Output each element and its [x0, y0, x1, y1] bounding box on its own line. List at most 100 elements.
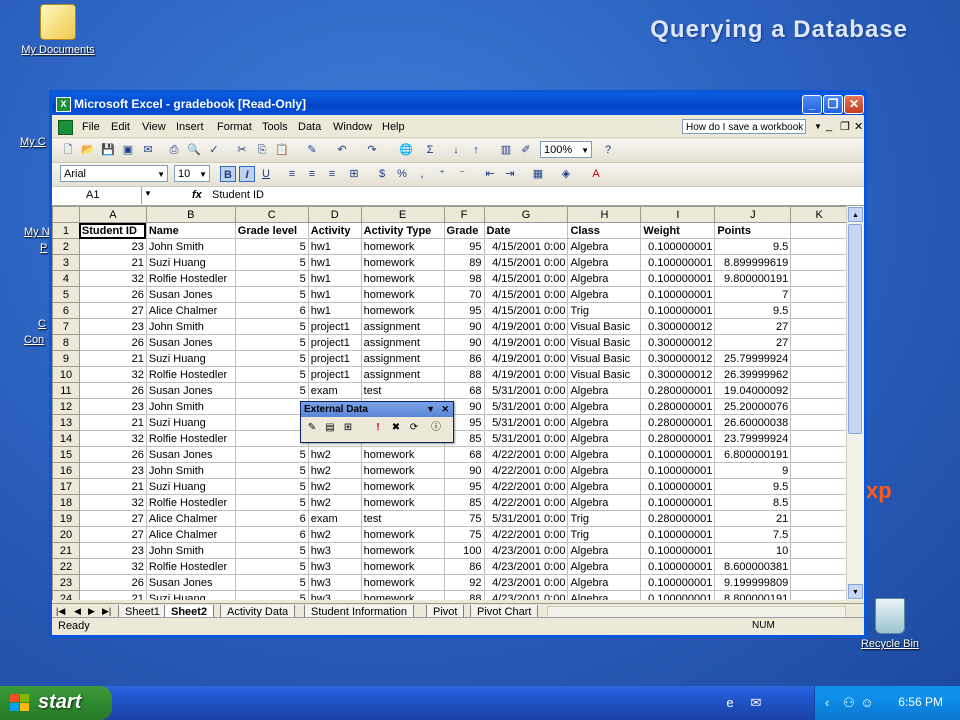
undo-icon[interactable]: ↶	[334, 142, 350, 158]
first-sheet-icon[interactable]: |◀	[56, 606, 65, 617]
cell[interactable]: Algebra	[567, 254, 642, 271]
cell[interactable]: 27	[78, 510, 147, 527]
cell[interactable]: Trig	[567, 302, 642, 319]
workbook-restore-button[interactable]: ❐	[840, 120, 850, 133]
paste-icon[interactable]: 📋	[274, 142, 290, 158]
cell[interactable]: test	[360, 382, 445, 399]
insert-function-icon[interactable]: fx	[192, 189, 202, 201]
cell[interactable]: hw2	[307, 446, 362, 463]
close-button[interactable]: ✕	[844, 95, 864, 114]
network-icon[interactable]: ⚇	[841, 695, 857, 711]
cell[interactable]: 9.5	[714, 302, 792, 319]
cell[interactable]	[790, 558, 848, 575]
cell[interactable]: 70	[443, 286, 485, 303]
cell[interactable]: 0.300000012	[640, 350, 716, 367]
row-header[interactable]: 1	[52, 222, 80, 239]
cell[interactable]: Visual Basic	[567, 334, 642, 351]
cell[interactable]: 23	[78, 238, 147, 255]
cell[interactable]: Visual Basic	[567, 318, 642, 335]
cell[interactable]: 4/19/2001 0:00	[483, 334, 569, 351]
cell[interactable]: 5/31/2001 0:00	[483, 414, 569, 431]
row-header[interactable]: 5	[52, 286, 80, 303]
cell[interactable]: 95	[443, 238, 485, 255]
cell[interactable]: 100	[443, 542, 485, 559]
zoom-select[interactable]: 100% ▼	[540, 141, 592, 158]
cell[interactable]: 89	[443, 254, 485, 271]
cell[interactable]: 23	[78, 398, 147, 415]
cell[interactable]	[790, 318, 848, 335]
cell[interactable]	[790, 222, 848, 239]
cell[interactable]: Visual Basic	[567, 366, 642, 383]
cell[interactable]	[790, 350, 848, 367]
row-header[interactable]: 10	[52, 366, 80, 383]
cell[interactable]: Susan Jones	[145, 334, 236, 351]
cell[interactable]	[790, 430, 848, 447]
cell[interactable]: Algebra	[567, 590, 642, 600]
menu-format[interactable]: Format	[217, 121, 252, 133]
email-icon[interactable]: ✉	[140, 142, 156, 158]
cell[interactable]: hw3	[307, 590, 362, 600]
cell[interactable]: 4/15/2001 0:00	[483, 270, 569, 287]
cell[interactable]: 5	[234, 574, 309, 591]
cell[interactable]: 4/23/2001 0:00	[483, 590, 569, 600]
cell[interactable]: 98	[443, 270, 485, 287]
cell[interactable]: 32	[78, 430, 147, 447]
cell[interactable]: Rolfie Hostedler	[145, 270, 236, 287]
cell[interactable]: Susan Jones	[145, 574, 236, 591]
cell[interactable]: John Smith	[145, 542, 236, 559]
outlook-icon[interactable]: ✉	[748, 695, 764, 711]
cell[interactable]: 26	[78, 334, 147, 351]
cell[interactable]: Suzi Huang	[145, 590, 236, 600]
prev-sheet-icon[interactable]: ◀	[74, 606, 81, 617]
cell[interactable]: 32	[78, 494, 147, 511]
cell[interactable]: test	[360, 510, 445, 527]
cell[interactable]: 27	[714, 334, 792, 351]
cell[interactable]: 0.100000001	[640, 590, 716, 600]
cell[interactable]: 0.100000001	[640, 446, 716, 463]
cell[interactable]: Grade level	[234, 222, 309, 239]
cell[interactable]: 7.5	[714, 526, 792, 543]
cell[interactable]: 32	[78, 270, 147, 287]
cell[interactable]: homework	[360, 542, 445, 559]
cell[interactable]: hw3	[307, 542, 362, 559]
cell[interactable]: Activity	[307, 222, 362, 239]
cell[interactable]: homework	[360, 238, 445, 255]
cell[interactable]: 5/31/2001 0:00	[483, 398, 569, 415]
cell[interactable]: Activity Type	[360, 222, 445, 239]
menu-edit[interactable]: Edit	[111, 121, 130, 133]
cell[interactable]: 26	[78, 382, 147, 399]
cell[interactable]: assignment	[360, 366, 445, 383]
refresh-all-icon[interactable]: ⟳	[407, 421, 421, 435]
sort-descending-icon[interactable]: ↑	[468, 142, 484, 158]
cell[interactable]: Algebra	[567, 462, 642, 479]
cell[interactable]: hw1	[307, 238, 362, 255]
column-header[interactable]: K	[790, 206, 848, 223]
cell[interactable]: 86	[443, 558, 485, 575]
cell[interactable]: Rolfie Hostedler	[145, 430, 236, 447]
cell[interactable]: 26.39999962	[714, 366, 792, 383]
workbook-minimize-button[interactable]: _	[826, 120, 832, 132]
row-header[interactable]: 12	[52, 398, 80, 415]
cell[interactable]: project1	[307, 350, 362, 367]
borders-icon[interactable]: ▦	[530, 166, 546, 182]
row-header[interactable]: 14	[52, 430, 80, 447]
cell[interactable]: assignment	[360, 350, 445, 367]
cell[interactable]: 86	[443, 350, 485, 367]
cell[interactable]: Visual Basic	[567, 350, 642, 367]
cell[interactable]: 0.100000001	[640, 270, 716, 287]
next-sheet-icon[interactable]: ▶	[88, 606, 95, 617]
cell[interactable]: 75	[443, 526, 485, 543]
fill-color-icon[interactable]: ◈	[558, 166, 574, 182]
permission-icon[interactable]: ▣	[120, 142, 136, 158]
font-color-icon[interactable]: A	[588, 166, 604, 182]
desktop-icon-my-documents[interactable]: My Documents	[8, 4, 108, 56]
refresh-data-icon[interactable]: !	[371, 421, 385, 435]
font-size-select[interactable]: 10 ▼	[174, 165, 210, 182]
cell[interactable]: homework	[360, 590, 445, 600]
help-dropdown-icon[interactable]: ▼	[814, 122, 822, 131]
cell[interactable]: 4/15/2001 0:00	[483, 238, 569, 255]
comma-style-icon[interactable]: ,	[414, 166, 430, 182]
cell[interactable]: 23	[78, 542, 147, 559]
cell[interactable]: Algebra	[567, 398, 642, 415]
increase-decimal-icon[interactable]: ⁺	[434, 166, 450, 182]
